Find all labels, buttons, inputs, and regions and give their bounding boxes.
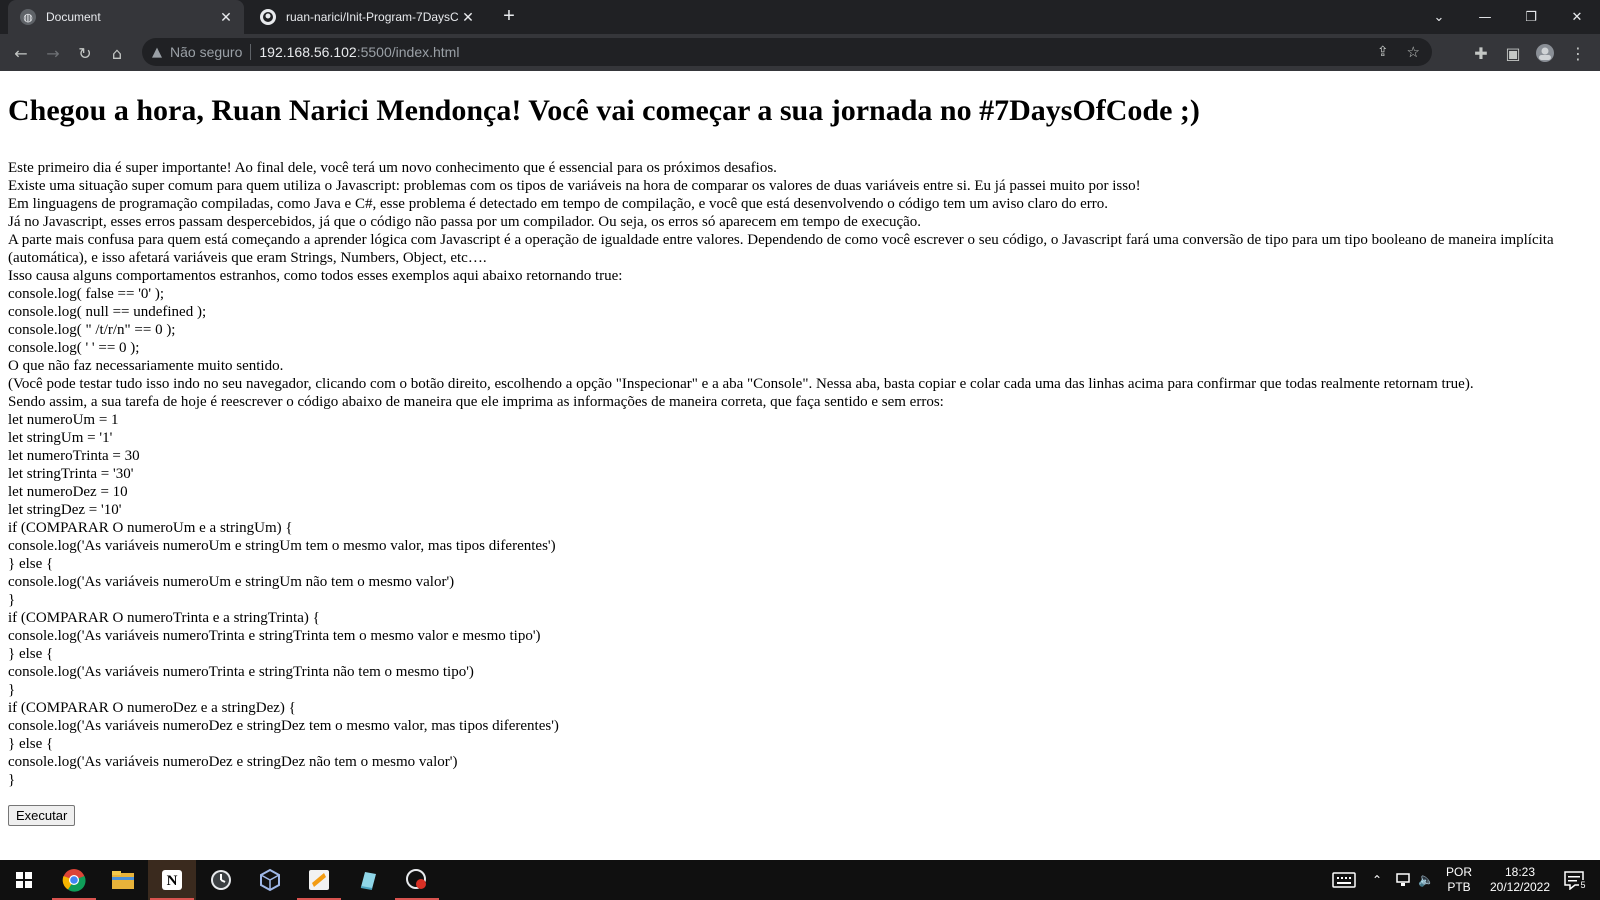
code-line: console.log( " /t/r/n" == 0 ); (8, 322, 176, 338)
restore-icon[interactable]: ❐ (1508, 0, 1554, 34)
keyboard-icon[interactable] (1332, 860, 1356, 900)
language-code: POR (1446, 865, 1473, 879)
url-host: 192.168.56.102 (259, 44, 357, 60)
forward-icon[interactable]: → (40, 40, 66, 66)
clock-time: 18:23 (1504, 865, 1536, 879)
globe-icon: ◍ (20, 9, 36, 25)
virtualbox-icon[interactable] (246, 860, 294, 900)
code-line: console.log( false == '0' ); (8, 286, 165, 302)
file-explorer-icon[interactable] (99, 860, 147, 900)
code-line: if (COMPARAR O numeroUm e a stringUm) { (8, 520, 293, 536)
address-bar[interactable]: ▲ Não seguro 192.168.56.102:5500/index.h… (142, 38, 1432, 66)
page-content: Chegou a hora, Ruan Narici Mendonça! Voc… (8, 71, 1592, 860)
code-line: if (COMPARAR O numeroTrinta e a stringTr… (8, 610, 320, 626)
notion-icon[interactable]: N (148, 860, 196, 900)
code-line: console.log('As variáveis numeroUm e str… (8, 574, 455, 590)
new-tab-button[interactable]: + (498, 6, 520, 28)
share-icon[interactable]: ⇪ (1377, 44, 1389, 60)
home-icon[interactable]: ⌂ (104, 40, 130, 66)
keyboard-layout-code: PTB (1447, 880, 1471, 894)
code-line: } (8, 592, 16, 608)
code-line: if (COMPARAR O numeroDez e a stringDez) … (8, 700, 296, 716)
extensions-icon[interactable]: ✚ (1468, 40, 1494, 66)
code-line: let stringTrinta = '30' (8, 466, 134, 482)
code-line: } else { (8, 556, 54, 572)
github-icon (260, 9, 276, 25)
menu-kebab-icon[interactable]: ⋮ (1565, 40, 1591, 66)
text-line: Este primeiro dia é super importante! Ao… (8, 160, 777, 176)
clock-app-icon[interactable] (197, 860, 245, 900)
notification-count-badge: 5 (1579, 880, 1587, 890)
code-line: let stringDez = '10' (8, 502, 122, 518)
side-panel-icon[interactable]: ▣ (1500, 40, 1526, 66)
text-line: A parte mais confusa para quem está come… (8, 232, 1554, 266)
code-line: } else { (8, 736, 54, 752)
clock-date: 20/12/2022 (1489, 880, 1551, 894)
chrome-icon[interactable] (50, 860, 98, 900)
show-hidden-icons-icon[interactable]: ⌃ (1372, 860, 1382, 900)
page-text: Este primeiro dia é super importante! Ao… (8, 159, 1592, 789)
back-icon[interactable]: ← (8, 40, 34, 66)
code-line: console.log('As variáveis numeroTrinta e… (8, 628, 541, 644)
code-line: console.log('As variáveis numeroTrinta e… (8, 664, 474, 680)
warning-icon: ▲ (152, 44, 162, 60)
recording-app-icon[interactable] (393, 860, 441, 900)
tab-title: Document (46, 10, 101, 24)
text-line: Sendo assim, a sua tarefa de hoje é rees… (8, 394, 944, 410)
tab-strip: ◍ Document ✕ ruan-narici/Init-Program-7D… (0, 0, 1600, 34)
clock[interactable]: 18:23 20/12/2022 (1480, 860, 1560, 900)
reload-icon[interactable]: ↻ (72, 40, 98, 66)
tab-document[interactable]: ◍ Document ✕ (8, 0, 244, 34)
tab-search-icon[interactable]: ⌄ (1416, 0, 1462, 34)
code-line: console.log('As variáveis numeroUm e str… (8, 538, 556, 554)
close-window-icon[interactable]: ✕ (1554, 0, 1600, 34)
notifications-icon[interactable]: 5 (1558, 860, 1592, 900)
code-line: console.log('As variáveis numeroDez e st… (8, 754, 458, 770)
network-icon[interactable] (1394, 860, 1412, 900)
text-line: Existe uma situação super comum para que… (8, 178, 1141, 194)
text-line: Isso causa alguns comportamentos estranh… (8, 268, 623, 284)
page-heading: Chegou a hora, Ruan Narici Mendonça! Voc… (8, 94, 1200, 127)
text-line: O que não faz necessariamente muito sent… (8, 358, 284, 374)
svg-text:N: N (167, 873, 178, 889)
text-line: Em linguagens de programação compiladas,… (8, 196, 1109, 212)
tab-title: ruan-narici/Init-Program-7DaysC (286, 10, 458, 24)
text-line: Já no Javascript, esses erros passam des… (8, 214, 922, 230)
code-line: } (8, 772, 16, 788)
code-line: let numeroDez = 10 (8, 484, 128, 500)
windows-start-icon[interactable] (0, 860, 48, 900)
bookmark-star-icon[interactable]: ☆ (1407, 43, 1420, 61)
code-line: let numeroTrinta = 30 (8, 448, 140, 464)
close-tab-icon[interactable]: ✕ (216, 9, 236, 26)
taskbar: N ⌃ 🔈 POR PTB 18:23 20/12/2022 5 (0, 860, 1600, 900)
minimize-icon[interactable]: — (1462, 0, 1508, 34)
code-line: } (8, 682, 16, 698)
close-tab-icon[interactable]: ✕ (458, 9, 478, 26)
sublime-text-icon[interactable] (295, 860, 343, 900)
code-line: console.log( null == undefined ); (8, 304, 207, 320)
text-line: (Você pode testar tudo isso indo no seu … (8, 376, 1474, 392)
execute-button[interactable]: Executar (8, 805, 76, 826)
code-line: let stringUm = '1' (8, 430, 113, 446)
profile-avatar-icon[interactable] (1532, 40, 1558, 66)
code-line: let numeroUm = 1 (8, 412, 119, 428)
tab-github[interactable]: ruan-narici/Init-Program-7DaysC ✕ (248, 0, 486, 34)
language-indicator[interactable]: POR PTB (1446, 860, 1472, 900)
browser-toolbar: ← → ↻ ⌂ ▲ Não seguro 192.168.56.102:5500… (0, 34, 1600, 71)
volume-icon[interactable]: 🔈 (1418, 860, 1434, 900)
security-label: Não seguro (170, 44, 243, 60)
notes-app-icon[interactable] (344, 860, 392, 900)
url-path: :5500/index.html (356, 44, 460, 60)
code-line: } else { (8, 646, 54, 662)
code-line: console.log( ' ' == 0 ); (8, 340, 140, 356)
omnibox-divider (250, 44, 252, 60)
code-line: console.log('As variáveis numeroDez e st… (8, 718, 559, 734)
